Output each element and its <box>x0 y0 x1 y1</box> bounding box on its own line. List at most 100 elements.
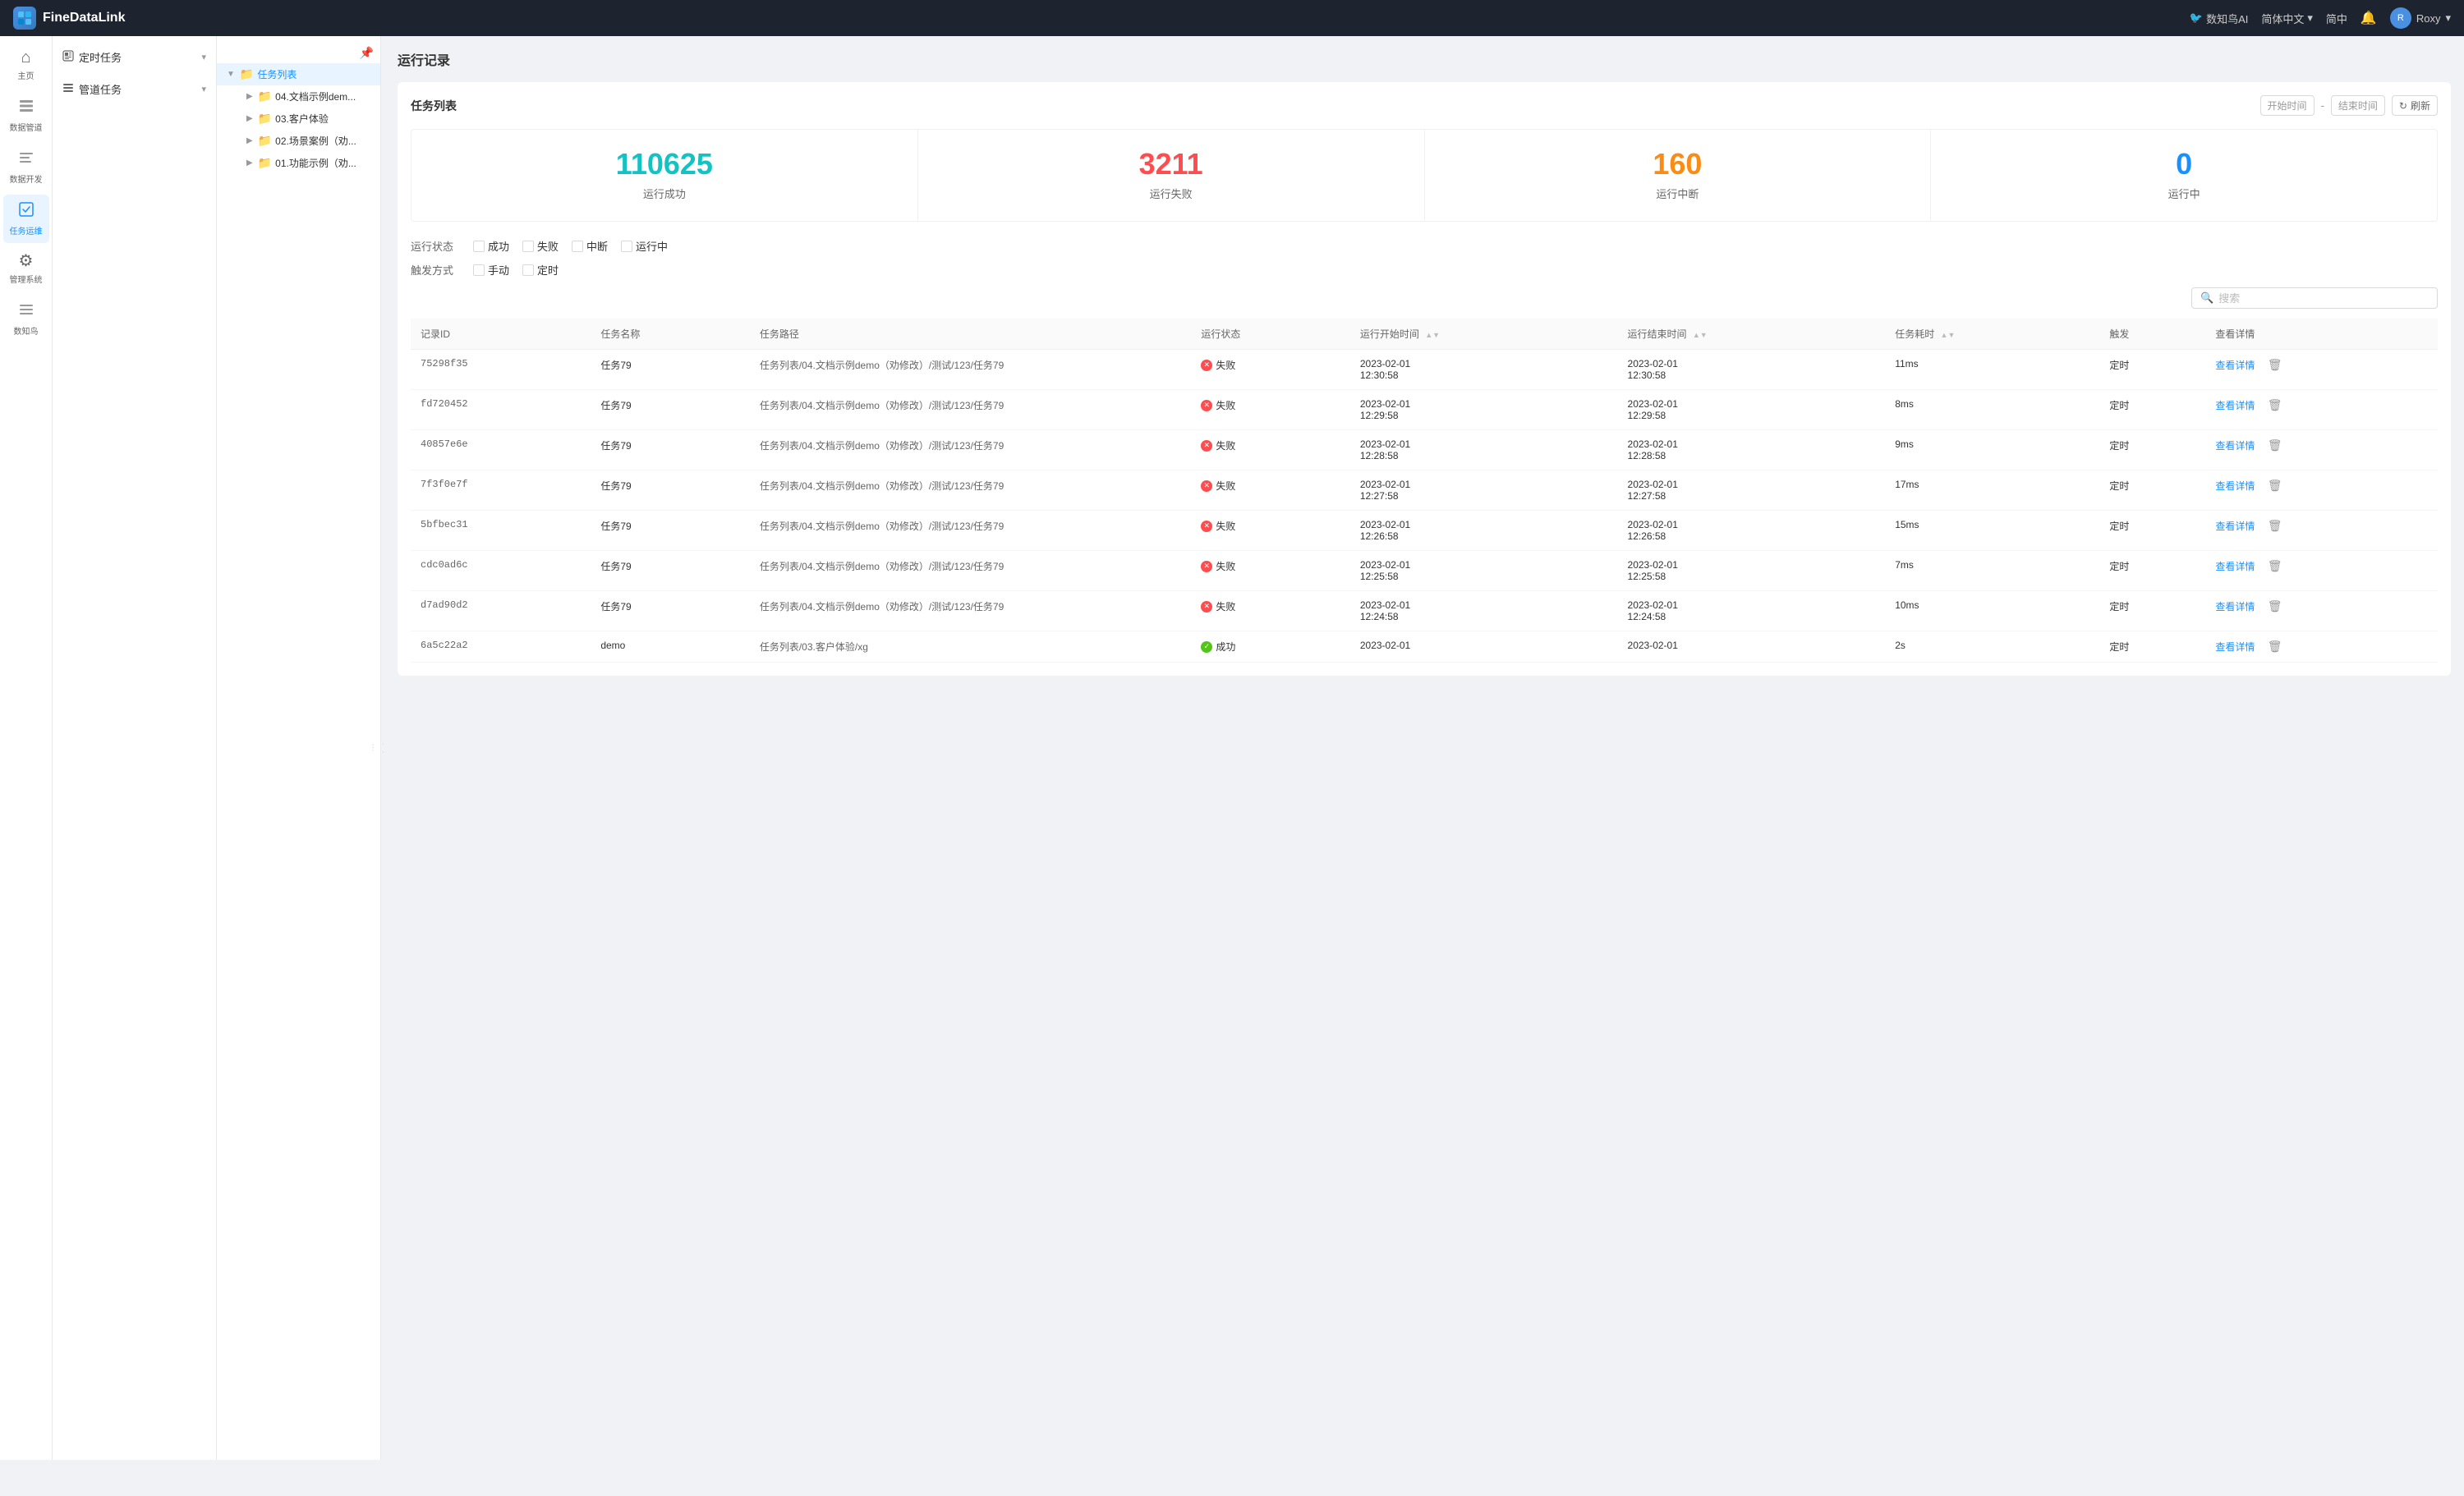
col-task-name: 任务名称 <box>591 319 750 350</box>
ai-button[interactable]: 🐦 数知鸟AI <box>2190 11 2248 26</box>
col-duration[interactable]: 任务耗时 ▲▼ <box>1885 319 2099 350</box>
cell-end-time: 2023-02-01 12:24:58 <box>1618 591 1886 631</box>
sidebar-item-task-ops[interactable]: 任务运维 <box>3 195 49 243</box>
tree-item-scenario[interactable]: ▶ 📁 02.场景案例（劝... <box>237 130 380 152</box>
expand-arrow: ▶ <box>246 136 253 145</box>
end-time-input[interactable]: 结束时间 <box>2331 95 2385 116</box>
expand-arrow: ▶ <box>246 92 253 101</box>
tree-item-feature[interactable]: ▶ 📁 01.功能示例（劝... <box>237 152 380 174</box>
ai-icon: 🐦 <box>2190 11 2203 25</box>
notification-bell[interactable]: 🔔 <box>2361 10 2377 26</box>
expand-arrow: ▶ <box>246 114 253 123</box>
cell-record-id: d7ad90d2 <box>411 591 591 631</box>
cell-run-status: ✓ 成功 <box>1191 631 1350 663</box>
status-running-checkbox[interactable]: 运行中 <box>621 238 668 254</box>
checkbox-box <box>522 264 534 276</box>
cell-actions: 查看详情 🗑 <box>2205 390 2438 430</box>
trigger-scheduled-checkbox[interactable]: 定时 <box>522 262 559 278</box>
interrupted-label: 运行中断 <box>1656 186 1699 201</box>
menu-item-pipeline[interactable]: 管道任务 ▾ <box>53 75 216 103</box>
detail-link[interactable]: 查看详情 <box>2215 360 2255 371</box>
checkbox-box <box>473 264 485 276</box>
cell-record-id: 40857e6e <box>411 430 591 470</box>
tree-item-doc-demo[interactable]: ▶ 📁 04.文档示例dem... <box>237 85 380 108</box>
delete-button[interactable]: 🗑 <box>2268 398 2282 411</box>
checkbox-box <box>473 241 485 252</box>
simple-button[interactable]: 简中 <box>2326 11 2347 26</box>
cell-run-status: ✕ 失败 <box>1191 390 1350 430</box>
cell-actions: 查看详情 🗑 <box>2205 470 2438 511</box>
app-name: FineDataLink <box>43 11 125 25</box>
cell-task-name: 任务79 <box>591 390 750 430</box>
detail-link[interactable]: 查看详情 <box>2215 521 2255 532</box>
delete-button[interactable]: 🗑 <box>2268 438 2282 452</box>
home-icon: ⌂ <box>21 49 30 66</box>
detail-link[interactable]: 查看详情 <box>2215 400 2255 411</box>
time-separator: - <box>2321 99 2324 112</box>
cell-duration: 8ms <box>1885 390 2099 430</box>
sort-icon: ▲▼ <box>1693 331 1708 339</box>
language-button[interactable]: 简体中文 ▾ <box>2261 11 2313 26</box>
content-area: 运行记录 任务列表 开始时间 - 结束时间 ↻ 刷新 <box>384 36 2464 1460</box>
start-time-input[interactable]: 开始时间 <box>2260 95 2315 116</box>
detail-link[interactable]: 查看详情 <box>2215 641 2255 653</box>
cell-trigger: 定时 <box>2099 430 2205 470</box>
stat-success: 110625 运行成功 <box>411 130 917 221</box>
cell-trigger: 定时 <box>2099 511 2205 551</box>
app-logo[interactable]: FineDataLink <box>13 7 125 30</box>
trigger-manual-checkbox[interactable]: 手动 <box>473 262 509 278</box>
tree-item-customer[interactable]: ▶ 📁 03.客户体验 <box>237 108 380 130</box>
detail-link[interactable]: 查看详情 <box>2215 440 2255 452</box>
cell-end-time: 2023-02-01 12:29:58 <box>1618 390 1886 430</box>
tree-panel: 📌 ▼ 📁 任务列表 ▶ 📁 04.文档示例dem... ▶ 📁 03.客户体验… <box>217 36 381 1460</box>
header-controls: 开始时间 - 结束时间 ↻ 刷新 <box>2260 95 2438 116</box>
sidebar-item-manage[interactable]: ⚙ 管理系统 <box>3 246 49 291</box>
cell-task-path: 任务列表/04.文档示例demo（劝修改）/测试/123/任务79 <box>750 350 1191 390</box>
search-wrapper: 🔍 <box>2191 287 2438 309</box>
pin-icon[interactable]: 📌 <box>360 46 374 60</box>
refresh-button[interactable]: ↻ 刷新 <box>2392 95 2438 116</box>
pipeline-menu-icon <box>62 82 74 96</box>
logo-icon <box>13 7 36 30</box>
user-menu[interactable]: R Roxy ▾ <box>2390 7 2451 29</box>
cell-run-status: ✕ 失败 <box>1191 551 1350 591</box>
col-end-time[interactable]: 运行结束时间 ▲▼ <box>1618 319 1886 350</box>
status-interrupted-checkbox[interactable]: 中断 <box>572 238 608 254</box>
task-panel-title: 任务列表 <box>411 98 457 114</box>
sidebar-item-data-dev[interactable]: 数据开发 <box>3 143 49 191</box>
cell-run-status: ✕ 失败 <box>1191 350 1350 390</box>
col-start-time[interactable]: 运行开始时间 ▲▼ <box>1350 319 1618 350</box>
delete-button[interactable]: 🗑 <box>2268 599 2282 613</box>
tree-header: 📌 <box>217 43 380 63</box>
detail-link[interactable]: 查看详情 <box>2215 480 2255 492</box>
sidebar-item-data-pipeline[interactable]: 数据管道 <box>3 91 49 140</box>
detail-link[interactable]: 查看详情 <box>2215 561 2255 572</box>
sidebar-item-home[interactable]: ⌂ 主页 <box>3 43 49 88</box>
cell-start-time: 2023-02-01 12:27:58 <box>1350 470 1618 511</box>
delete-button[interactable]: 🗑 <box>2268 479 2282 492</box>
nav-right: 🐦 数知鸟AI 简体中文 ▾ 简中 🔔 R Roxy ▾ <box>2190 7 2451 29</box>
cell-record-id: fd720452 <box>411 390 591 430</box>
cell-actions: 查看详情 🗑 <box>2205 551 2438 591</box>
status-failed-checkbox[interactable]: 失败 <box>522 238 559 254</box>
checkbox-box <box>572 241 583 252</box>
delete-button[interactable]: 🗑 <box>2268 519 2282 532</box>
sidebar-item-zhiniao[interactable]: 数知鸟 <box>3 295 49 343</box>
delete-button[interactable]: 🗑 <box>2268 559 2282 572</box>
stat-running: 0 运行中 <box>1931 130 2437 221</box>
detail-link[interactable]: 查看详情 <box>2215 601 2255 613</box>
tree-resize-handle[interactable]: ⋮⋮ <box>369 744 381 753</box>
cell-duration: 17ms <box>1885 470 2099 511</box>
table-row: 40857e6e 任务79 任务列表/04.文档示例demo（劝修改）/测试/1… <box>411 430 2438 470</box>
status-success-checkbox[interactable]: 成功 <box>473 238 509 254</box>
task-icon <box>18 201 34 221</box>
delete-button[interactable]: 🗑 <box>2268 640 2282 653</box>
cell-start-time: 2023-02-01 12:30:58 <box>1350 350 1618 390</box>
dev-icon <box>18 149 34 169</box>
delete-button[interactable]: 🗑 <box>2268 358 2282 371</box>
search-input[interactable] <box>2218 292 2429 305</box>
cell-actions: 查看详情 🗑 <box>2205 591 2438 631</box>
menu-item-scheduled[interactable]: 定时任务 ▾ <box>53 43 216 71</box>
filter-row: 运行状态 成功 失败 中断 <box>411 238 2438 278</box>
tree-root-item[interactable]: ▼ 📁 任务列表 <box>217 63 380 85</box>
